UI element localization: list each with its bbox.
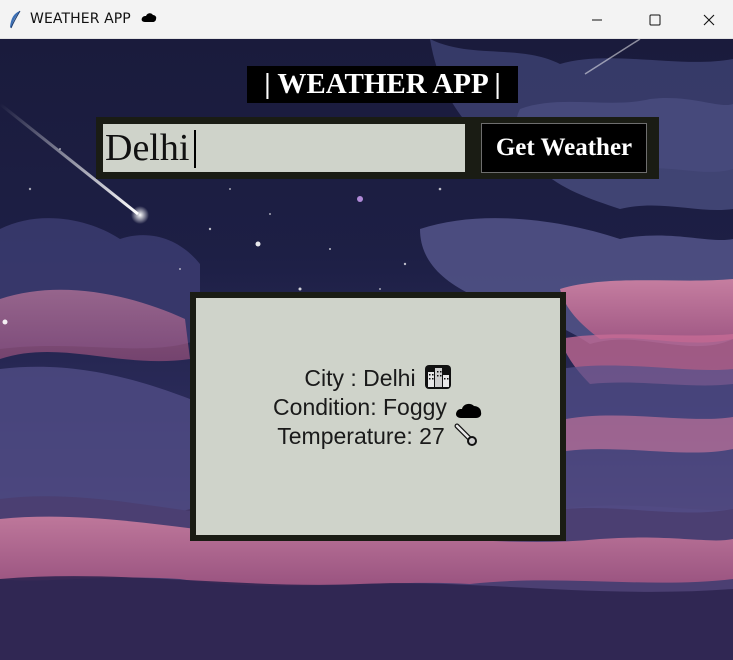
text-caret <box>194 130 196 168</box>
weather-result-panel: City : Delhi Condition: Foggy Temperatur… <box>190 292 566 541</box>
maximize-icon <box>649 14 661 25</box>
window-title: WEATHER APP <box>30 11 157 27</box>
city-text: City : Delhi <box>304 365 416 391</box>
minimize-button[interactable] <box>568 0 626 39</box>
condition-line: Condition: Foggy <box>196 393 560 425</box>
app-canvas: | WEATHER APP | Get Weather City : Delhi… <box>0 39 733 660</box>
close-button[interactable] <box>684 0 733 39</box>
minimize-icon <box>592 19 602 20</box>
maximize-button[interactable] <box>626 0 684 39</box>
city-line: City : Delhi <box>196 364 560 396</box>
search-frame: Get Weather <box>96 117 659 179</box>
get-weather-button[interactable]: Get Weather <box>481 123 647 173</box>
feather-icon <box>10 10 21 29</box>
condition-text: Condition: Foggy <box>273 394 447 420</box>
cloud-icon <box>455 397 483 425</box>
cityscape-icon <box>424 364 452 396</box>
app-heading: | WEATHER APP | <box>247 66 518 103</box>
temperature-text: Temperature: 27 <box>277 423 445 449</box>
city-input[interactable] <box>103 124 465 172</box>
close-icon <box>703 14 714 25</box>
window-title-bar: WEATHER APP <box>0 0 733 39</box>
temperature-line: Temperature: 27 <box>196 422 560 454</box>
thermometer-icon <box>453 422 479 454</box>
cloud-icon <box>141 11 157 27</box>
